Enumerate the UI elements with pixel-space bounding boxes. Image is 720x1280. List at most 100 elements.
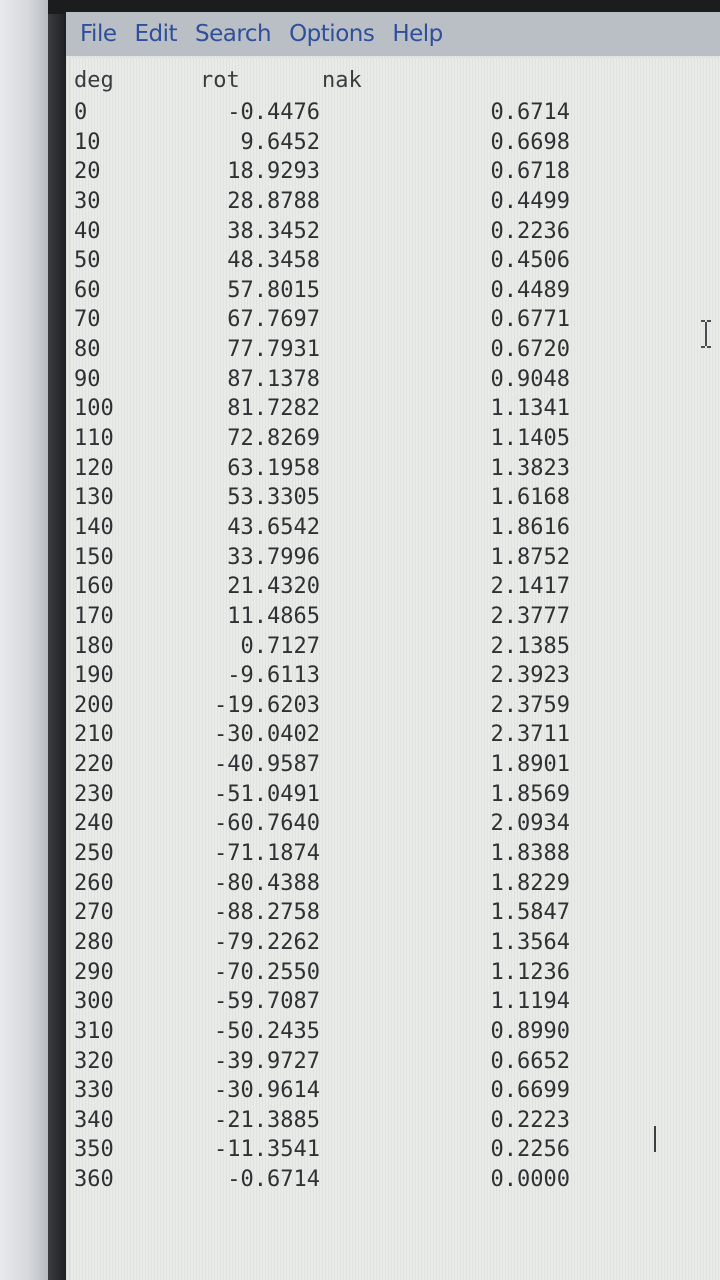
cell-rot: -60.7640 xyxy=(214,811,320,837)
cell-rot: -59.7087 xyxy=(214,989,320,1015)
cell-rot: 9.6452 xyxy=(240,129,320,155)
cell-nak: 0.6771 xyxy=(490,307,570,333)
table-row: 330 -30.9614 0.6699 xyxy=(70,1078,720,1108)
menu-edit[interactable]: Edit xyxy=(133,19,180,49)
table-row: 260 -80.4388 1.8229 xyxy=(70,871,720,901)
table-row: 230 -51.0491 1.8569 xyxy=(70,782,720,812)
table-row: 360 -0.6714 0.0000 xyxy=(70,1167,720,1197)
table-row: 170 11.4865 2.3777 xyxy=(70,604,720,634)
cell-nak: 1.1341 xyxy=(490,396,570,422)
cell-rot: -30.9614 xyxy=(214,1078,320,1104)
table-row: 310 -50.2435 0.8990 xyxy=(70,1019,720,1049)
cell-rot: -19.6203 xyxy=(214,692,320,718)
cell-rot: -70.2550 xyxy=(214,959,320,985)
cell-nak: 0.2236 xyxy=(490,218,570,244)
cell-rot: 67.7697 xyxy=(227,307,320,333)
cell-deg: 60 xyxy=(74,277,101,303)
cell-nak: 1.5847 xyxy=(490,900,570,926)
cell-nak: 0.8990 xyxy=(490,1018,570,1044)
cell-nak: 0.6720 xyxy=(490,337,570,363)
text-editor-window: File Edit Search Options Help deg rot na… xyxy=(66,12,720,1280)
cell-deg: 320 xyxy=(74,1048,114,1074)
cell-rot: -30.0402 xyxy=(214,722,320,748)
table-row: 240 -60.7640 2.0934 xyxy=(70,811,720,841)
cell-rot: -39.9727 xyxy=(214,1048,320,1074)
cell-rot: -79.2262 xyxy=(214,929,320,955)
text-caret xyxy=(654,1126,656,1152)
cell-rot: -71.1874 xyxy=(214,841,320,867)
cell-nak: 0.6714 xyxy=(490,100,570,125)
cell-rot: -11.3541 xyxy=(214,1137,320,1163)
cell-rot: -80.4388 xyxy=(214,870,320,896)
cell-rot: -88.2758 xyxy=(214,900,320,926)
table-row: 140 43.6542 1.8616 xyxy=(70,515,720,545)
table-row: 20 18.9293 0.6718 xyxy=(70,159,720,189)
table-row: 300 -59.7087 1.1194 xyxy=(70,989,720,1019)
cell-deg: 110 xyxy=(74,426,114,452)
header-deg: deg xyxy=(74,68,114,93)
cell-rot: 43.6542 xyxy=(227,514,320,540)
cell-nak: 1.8616 xyxy=(490,514,570,540)
text-editor-area[interactable]: deg rot nak 0 -0.4476 0.6714 10 9.6452 0.6698… xyxy=(70,58,720,1280)
cell-rot: 48.3458 xyxy=(227,248,320,274)
cell-deg: 290 xyxy=(74,959,114,985)
table-row: 290 -70.2550 1.1236 xyxy=(70,960,720,990)
cell-nak: 0.2256 xyxy=(490,1137,570,1163)
cell-deg: 100 xyxy=(74,396,114,422)
cell-deg: 40 xyxy=(74,218,101,244)
table-row: 80 77.7931 0.6720 xyxy=(70,337,720,367)
cell-deg: 170 xyxy=(74,603,114,629)
cell-deg: 300 xyxy=(74,989,114,1015)
cell-rot: -0.6714 xyxy=(227,1167,320,1193)
cell-nak: 2.3923 xyxy=(490,663,570,689)
cell-nak: 0.0000 xyxy=(490,1167,570,1193)
table-row: 210 -30.0402 2.3711 xyxy=(70,722,720,752)
table-row: 160 21.4320 2.1417 xyxy=(70,574,720,604)
cell-nak: 0.6699 xyxy=(490,1078,570,1104)
cell-nak: 1.8229 xyxy=(490,870,570,896)
table-row: 100 81.7282 1.1341 xyxy=(70,396,720,426)
cell-deg: 350 xyxy=(74,1137,114,1163)
menu-file[interactable]: File xyxy=(78,19,119,49)
cell-nak: 1.6168 xyxy=(490,485,570,511)
table-row: 220 -40.9587 1.8901 xyxy=(70,752,720,782)
cell-rot: -21.3885 xyxy=(214,1107,320,1133)
cell-nak: 2.3711 xyxy=(490,722,570,748)
cell-rot: -40.9587 xyxy=(214,752,320,778)
cell-nak: 1.3823 xyxy=(490,455,570,481)
menu-options[interactable]: Options xyxy=(287,19,376,49)
cell-rot: 21.4320 xyxy=(227,574,320,600)
header-nak: nak xyxy=(322,68,362,93)
cell-deg: 210 xyxy=(74,722,114,748)
cell-nak: 1.1236 xyxy=(490,959,570,985)
cell-nak: 1.1194 xyxy=(490,989,570,1015)
cell-deg: 10 xyxy=(74,129,101,155)
cell-deg: 120 xyxy=(74,455,114,481)
table-row: 90 87.1378 0.9048 xyxy=(70,367,720,397)
cell-deg: 70 xyxy=(74,307,101,333)
cell-deg: 30 xyxy=(74,188,101,214)
cell-deg: 240 xyxy=(74,811,114,837)
cell-rot: 0.7127 xyxy=(240,633,320,659)
table-row: 10 9.6452 0.6698 xyxy=(70,130,720,160)
cell-deg: 150 xyxy=(74,544,114,570)
cell-nak: 0.6698 xyxy=(490,129,570,155)
menu-help[interactable]: Help xyxy=(390,19,444,49)
cell-deg: 360 xyxy=(74,1167,114,1193)
cell-deg: 50 xyxy=(74,248,101,274)
table-row: 190 -9.6113 2.3923 xyxy=(70,663,720,693)
cell-deg: 190 xyxy=(74,663,114,689)
cell-rot: 28.8788 xyxy=(227,188,320,214)
data-rows: 0 -0.4476 0.6714 10 9.6452 0.6698 20 18.9293 0.6… xyxy=(70,100,720,1197)
cell-nak: 1.3564 xyxy=(490,929,570,955)
cell-deg: 260 xyxy=(74,870,114,896)
cell-nak: 2.3759 xyxy=(490,692,570,718)
menu-search[interactable]: Search xyxy=(193,19,273,49)
cell-deg: 280 xyxy=(74,929,114,955)
table-header: deg rot nak xyxy=(72,70,712,96)
cell-rot: 11.4865 xyxy=(227,603,320,629)
cell-deg: 200 xyxy=(74,692,114,718)
table-row: 30 28.8788 0.4499 xyxy=(70,189,720,219)
cell-rot: -0.4476 xyxy=(227,100,320,125)
table-row: 50 48.3458 0.4506 xyxy=(70,248,720,278)
